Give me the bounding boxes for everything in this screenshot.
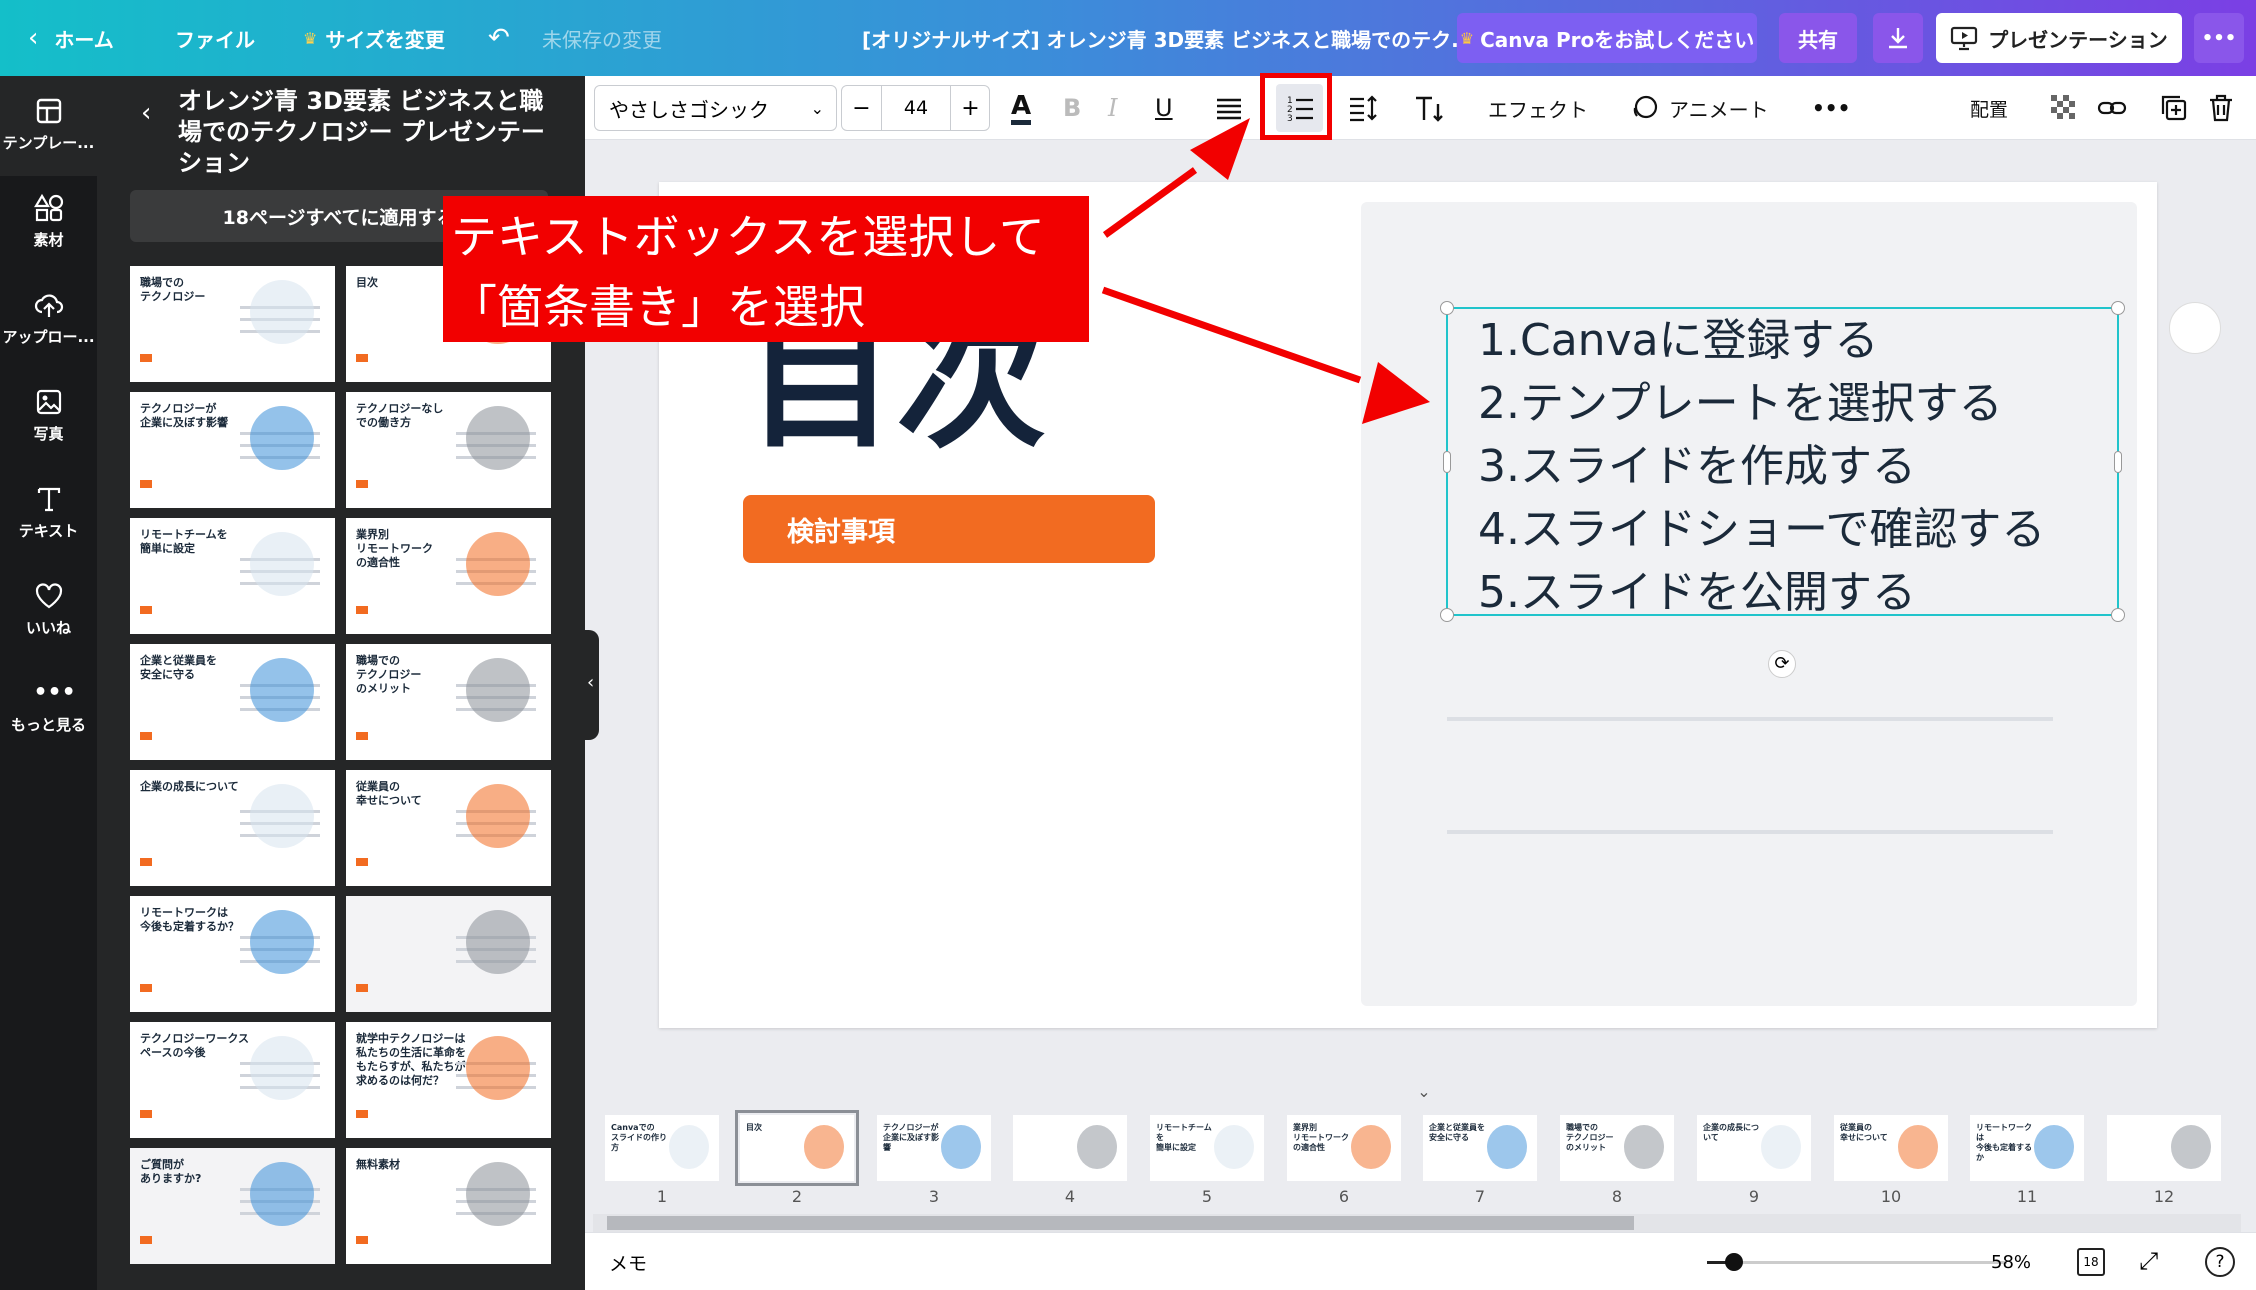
page-number: 10: [1880, 1187, 1902, 1206]
chevron-down-icon[interactable]: ⌄: [1402, 1082, 1446, 1101]
page-thumbnail[interactable]: [2107, 1115, 2221, 1181]
page-number: 3: [928, 1187, 940, 1206]
zoom-level[interactable]: 58%: [1991, 1233, 2031, 1290]
page-thumbnail[interactable]: [1013, 1115, 1127, 1181]
page-thumbnail-title: 職場での テクノロジー のメリット: [1566, 1123, 1614, 1152]
arrow-head: [1362, 362, 1430, 424]
zoom-slider-thumb[interactable]: [1725, 1253, 1743, 1271]
arrow-head: [1190, 118, 1250, 180]
page-count-value: 18: [2083, 1255, 2099, 1269]
page-thumbnail[interactable]: 従業員の 幸せについて: [1834, 1115, 1948, 1181]
page-count-button[interactable]: 18: [2077, 1248, 2105, 1276]
page-thumbnail[interactable]: 業界別 リモートワーク の適合性: [1287, 1115, 1401, 1181]
page-thumbnail-illustration: [669, 1125, 709, 1169]
page-thumbnail-title: 企業と従業員を 安全に守る: [1429, 1123, 1485, 1142]
page-number: 6: [1338, 1187, 1350, 1206]
page-thumbnail[interactable]: リモートワークは 今後も定着するか: [1970, 1115, 2084, 1181]
page-thumbnail-title: リモートワークは 今後も定着するか: [1976, 1123, 2032, 1162]
fullscreen-icon[interactable]: ⤢: [2139, 1247, 2158, 1275]
page-thumbnail-illustration: [1898, 1125, 1938, 1169]
page-thumbnail-title: テクノロジーが 企業に及ぼす影響: [883, 1123, 939, 1152]
page-thumbnail-illustration: [1624, 1125, 1664, 1169]
page-thumbnail-illustration: [1487, 1125, 1527, 1169]
page-number: 1: [656, 1187, 668, 1206]
arrow-to-textbox: [1101, 286, 1362, 384]
page-thumbnail-title: リモートチームを 簡単に設定: [1156, 1123, 1212, 1152]
help-button[interactable]: ?: [2205, 1247, 2235, 1277]
notes-button[interactable]: メモ: [609, 1233, 647, 1290]
help-label: ?: [2215, 1252, 2225, 1272]
page-thumbnail-illustration: [1214, 1125, 1254, 1169]
zoom-slider[interactable]: [1707, 1253, 2007, 1271]
zoom-value: 58%: [1991, 1251, 2032, 1273]
page-thumbnail-title: 目次: [746, 1123, 762, 1132]
page-thumbnail[interactable]: 企業の成長について: [1697, 1115, 1811, 1181]
page-thumbnail-title: 従業員の 幸せについて: [1840, 1123, 1888, 1142]
page-thumbnail-illustration: [804, 1125, 844, 1169]
page-thumbnail-illustration: [2171, 1125, 2211, 1169]
scrollbar-thumb[interactable]: [607, 1216, 1634, 1230]
page-number: 4: [1064, 1187, 1076, 1206]
page-thumbnail[interactable]: 企業と従業員を 安全に守る: [1423, 1115, 1537, 1181]
page-number: 9: [1748, 1187, 1760, 1206]
bottom-bar: メモ 58% 18 ⤢ ?: [585, 1232, 2256, 1290]
page-number: 11: [2016, 1187, 2038, 1206]
page-number: 12: [2153, 1187, 2175, 1206]
filmstrip-scrollbar[interactable]: [593, 1214, 2241, 1232]
page-thumbnail-title: 業界別 リモートワーク の適合性: [1293, 1123, 1349, 1152]
page-thumbnail-illustration: [941, 1125, 981, 1169]
page-number: 8: [1611, 1187, 1623, 1206]
page-thumbnail-illustration: [2034, 1125, 2074, 1169]
page-thumbnail-illustration: [1077, 1125, 1117, 1169]
page-thumbnail[interactable]: テクノロジーが 企業に及ぼす影響: [877, 1115, 991, 1181]
page-thumbnail-illustration: [1761, 1125, 1801, 1169]
page-thumbnail-title: 企業の成長について: [1703, 1123, 1759, 1142]
page-number: 7: [1474, 1187, 1486, 1206]
arrow-to-list-button: [1102, 167, 1198, 238]
page-number: 2: [791, 1187, 803, 1206]
notes-label: メモ: [609, 1252, 648, 1275]
page-number: 5: [1201, 1187, 1213, 1206]
page-thumbnail[interactable]: 職場での テクノロジー のメリット: [1560, 1115, 1674, 1181]
page-thumbnail-title: Canvaでの スライドの作り方: [611, 1123, 667, 1152]
page-thumbnail-illustration: [1351, 1125, 1391, 1169]
page-thumbnail[interactable]: 目次: [735, 1110, 859, 1186]
page-thumbnail[interactable]: Canvaでの スライドの作り方: [605, 1115, 719, 1181]
page-thumbnail[interactable]: リモートチームを 簡単に設定: [1150, 1115, 1264, 1181]
